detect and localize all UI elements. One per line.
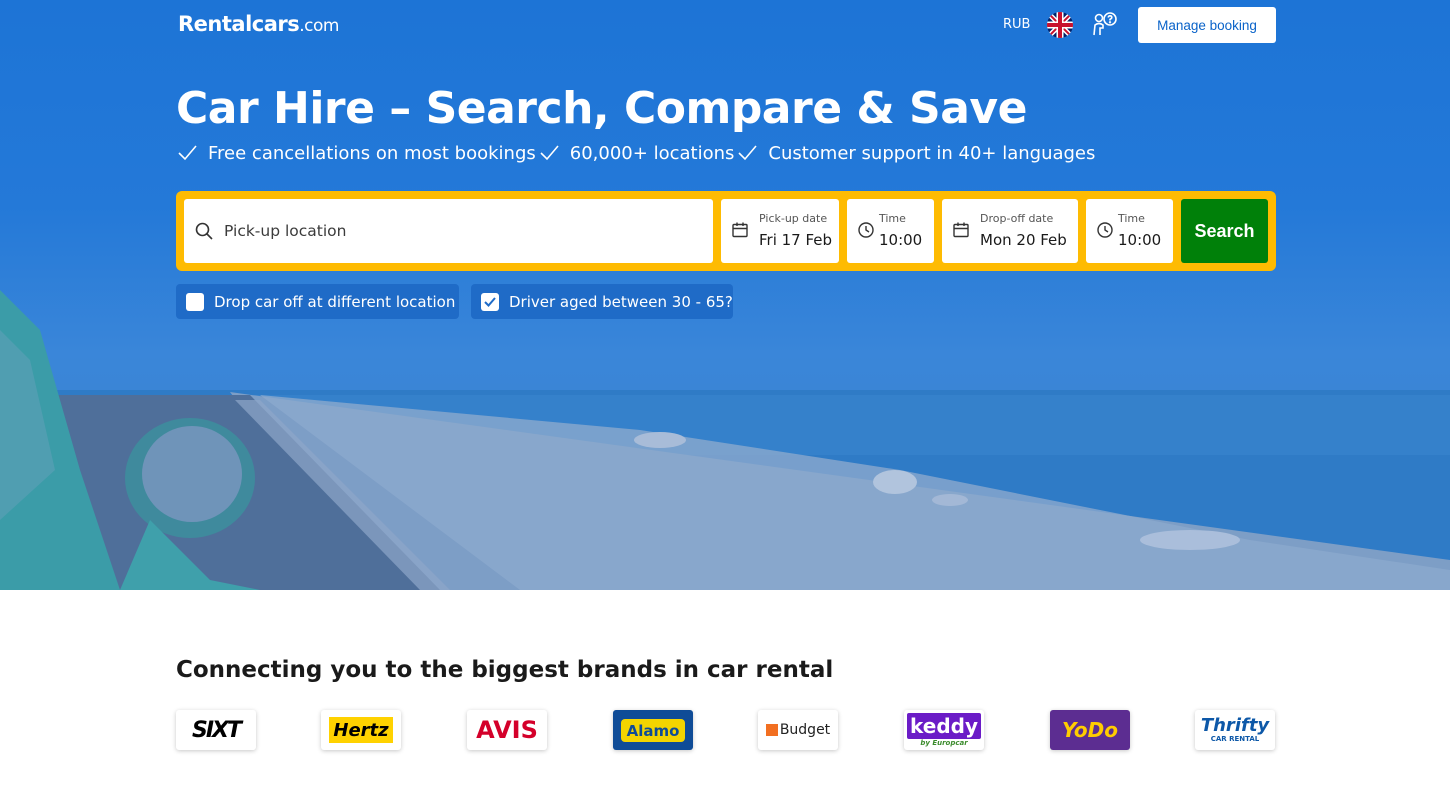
dropoff-date-value: Mon 20 Feb xyxy=(980,231,1067,249)
brand-name: SIXT xyxy=(192,717,242,743)
check-icon xyxy=(540,145,559,161)
usp-item: 60,000+ locations xyxy=(536,142,735,164)
different-location-checkbox[interactable]: Drop car off at different location xyxy=(176,284,459,319)
pickup-time-field[interactable]: Time 10:00 xyxy=(847,199,934,263)
brand-logo-sixt: SIXT xyxy=(176,710,256,750)
usp-text: Customer support in 40+ languages xyxy=(768,142,1096,164)
brand-name: Thrifty xyxy=(1200,715,1270,736)
usp-text: 60,000+ locations xyxy=(569,142,735,164)
brand-name: keddy xyxy=(910,714,978,738)
brand-logo-keddy: keddy by Europcar xyxy=(904,710,984,750)
alamo-badge: Alamo xyxy=(620,718,686,742)
brand-logo-avis: AVIS xyxy=(467,710,547,750)
pickup-location-placeholder: Pick-up location xyxy=(224,222,347,240)
calendar-icon xyxy=(732,222,748,238)
brand-logo-alamo: Alamo xyxy=(613,710,693,750)
pickup-location-input[interactable]: Pick-up location xyxy=(184,199,713,263)
uk-flag-icon[interactable] xyxy=(1047,12,1073,38)
brand-name: YoDo xyxy=(1062,718,1118,742)
dropoff-time-label: Time xyxy=(1118,212,1145,225)
calendar-icon xyxy=(953,222,969,238)
search-button[interactable]: Search xyxy=(1181,199,1268,263)
usp-list: Free cancellations on most bookings 60,0… xyxy=(176,142,1095,164)
usp-item: Free cancellations on most bookings xyxy=(176,142,536,164)
different-location-label: Drop car off at different location xyxy=(214,292,456,311)
brands-heading: Connecting you to the biggest brands in … xyxy=(176,657,834,683)
check-icon xyxy=(178,145,197,161)
clock-icon xyxy=(1097,222,1113,238)
pickup-time-value: 10:00 xyxy=(879,231,923,249)
usp-item: Customer support in 40+ languages xyxy=(734,142,1095,164)
brand-logo-hertz: Hertz xyxy=(321,710,401,750)
driver-age-checkbox[interactable]: Driver aged between 30 - 65? xyxy=(471,284,733,319)
dropoff-time-value: 10:00 xyxy=(1118,231,1162,249)
customer-support-icon[interactable] xyxy=(1090,11,1118,39)
page-title: Car Hire – Search, Compare & Save xyxy=(176,83,1027,134)
dropoff-time-field[interactable]: Time 10:00 xyxy=(1086,199,1173,263)
brand-name: Alamo xyxy=(626,721,680,740)
logo-text: Rentalcars xyxy=(178,12,300,36)
pickup-time-label: Time xyxy=(879,212,906,225)
brand-subtitle: CAR RENTAL xyxy=(1210,735,1260,743)
pickup-date-field[interactable]: Pick-up date Fri 17 Feb xyxy=(721,199,839,263)
site-header: Rentalcars.com RUB Manage booking xyxy=(0,0,1450,52)
budget-mark-icon xyxy=(765,724,778,736)
keddy-badge: keddy xyxy=(907,713,981,739)
check-icon xyxy=(738,145,757,161)
driver-age-label: Driver aged between 30 - 65? xyxy=(509,292,733,311)
currency-selector[interactable]: RUB xyxy=(1003,17,1030,32)
brand-name: Hertz xyxy=(333,719,389,741)
rentalcars-logo[interactable]: Rentalcars.com xyxy=(178,12,339,36)
checkbox-checked[interactable] xyxy=(481,292,499,311)
search-icon xyxy=(195,222,213,240)
usp-text: Free cancellations on most bookings xyxy=(208,142,536,164)
logo-suffix: .com xyxy=(299,16,339,36)
checkbox-unchecked[interactable] xyxy=(186,292,204,311)
brand-logo-thrifty: Thrifty CAR RENTAL xyxy=(1195,710,1275,750)
manage-booking-button[interactable]: Manage booking xyxy=(1138,7,1276,43)
clock-icon xyxy=(858,222,874,238)
dropoff-date-label: Drop-off date xyxy=(980,212,1054,225)
search-form: Pick-up location Pick-up date Fri 17 Feb… xyxy=(176,191,1276,271)
hertz-badge: Hertz xyxy=(329,717,393,743)
pickup-date-label: Pick-up date xyxy=(759,212,828,225)
brand-subtitle: by Europcar xyxy=(920,739,968,747)
brand-logo-budget: Budget xyxy=(758,710,838,750)
brand-logo-yodo: YoDo xyxy=(1050,710,1130,750)
dropoff-date-field[interactable]: Drop-off date Mon 20 Feb xyxy=(942,199,1078,263)
brand-name: Budget xyxy=(779,722,831,738)
checkmark-icon xyxy=(484,296,496,307)
pickup-date-value: Fri 17 Feb xyxy=(759,231,833,249)
brand-name: AVIS xyxy=(476,716,538,744)
